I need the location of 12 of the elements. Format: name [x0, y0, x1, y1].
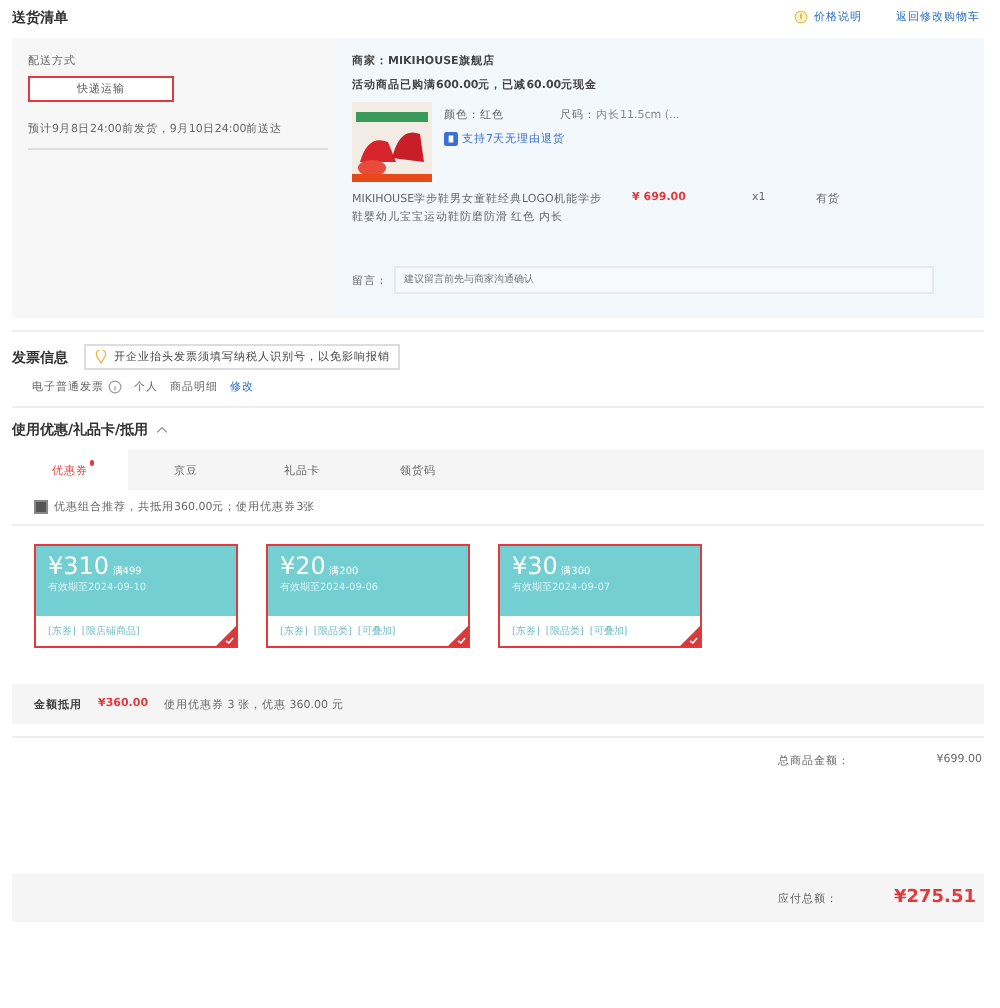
selected-corner-icon: [216, 626, 236, 646]
checkbox[interactable]: [34, 500, 48, 514]
info-icon: [794, 10, 808, 24]
selected-corner-icon: [448, 626, 468, 646]
info-icon: [108, 380, 122, 394]
payable-amount: ¥275.51: [894, 888, 976, 908]
coupon-amount: ¥310: [48, 552, 110, 580]
location-pin-icon: [94, 350, 108, 364]
coupon-amount: ¥30: [512, 552, 558, 580]
coupon-amount: ¥20: [280, 552, 326, 580]
selected-corner-icon: [680, 626, 700, 646]
collapse-caret-icon[interactable]: [156, 426, 169, 434]
